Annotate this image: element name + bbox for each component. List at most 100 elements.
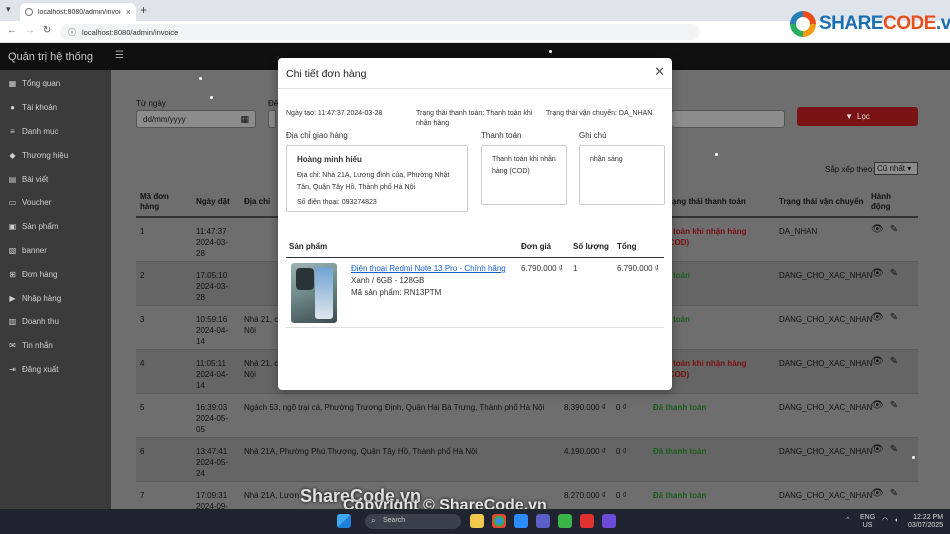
sidebar-item-articles[interactable]: ▤ Bài viết bbox=[0, 167, 111, 191]
brand[interactable]: Quản trị hệ thống bbox=[8, 51, 93, 63]
view-icon[interactable]: 👁 bbox=[871, 488, 884, 499]
app-icon[interactable] bbox=[558, 514, 572, 528]
tray-chevron-icon[interactable]: ⌃ bbox=[845, 517, 851, 525]
close-tab-icon[interactable]: × bbox=[126, 7, 131, 17]
cell-pay-status: h toán khi nhận hàng (COD) bbox=[666, 227, 747, 247]
sidebar-item-revenue[interactable]: ▥ Doanh thu bbox=[0, 310, 111, 334]
reload-icon[interactable]: ↻ bbox=[43, 25, 51, 36]
app-icon[interactable] bbox=[580, 514, 594, 528]
cell-pay-status: Đã thanh toán bbox=[653, 447, 707, 456]
file-explorer-icon[interactable] bbox=[470, 514, 484, 528]
volume-icon[interactable]: ◖ bbox=[894, 517, 898, 525]
sidebar-item-label: Sản phẩm bbox=[22, 222, 59, 232]
time-text: 12:22 PM bbox=[913, 514, 944, 521]
app-icon[interactable] bbox=[602, 514, 616, 528]
new-tab-icon[interactable]: + bbox=[140, 3, 147, 17]
truck-icon: ▶ bbox=[9, 293, 16, 303]
filter-input[interactable] bbox=[671, 110, 785, 128]
sort-value: Cũ nhất bbox=[877, 164, 906, 173]
view-icon[interactable]: 👁 bbox=[871, 224, 884, 235]
date-text: 03/07/2025 bbox=[908, 522, 944, 529]
search-icon: ⌕ bbox=[371, 516, 376, 525]
from-date-input[interactable]: dd/mm/yyyy ▦ bbox=[136, 110, 256, 128]
from-date-label: Từ ngày bbox=[136, 99, 166, 108]
snow-dot bbox=[912, 456, 915, 459]
sidebar-item-label: Đăng xuất bbox=[22, 364, 59, 374]
sidebar-item-products[interactable]: ▣ Sản phẩm bbox=[0, 215, 111, 239]
customer-phone: Số điện thoại: 093274823 bbox=[297, 199, 377, 206]
app-icon[interactable] bbox=[514, 514, 528, 528]
edit-icon[interactable]: ✎ bbox=[890, 268, 898, 279]
cell-pay-status: Đã thanh toán bbox=[653, 491, 707, 500]
edit-icon[interactable]: ✎ bbox=[890, 444, 898, 455]
camera-shape bbox=[296, 268, 314, 290]
message-icon: ✉ bbox=[9, 341, 16, 351]
filter-button-label: Lọc bbox=[857, 112, 870, 121]
sidebar-item-messages[interactable]: ✉ Tin nhắn bbox=[0, 334, 111, 358]
tab-menu-icon[interactable]: ▾ bbox=[6, 4, 11, 15]
logo-text-a: SHARE bbox=[819, 13, 884, 34]
view-icon[interactable]: 👁 bbox=[871, 268, 884, 279]
chrome-icon[interactable] bbox=[492, 514, 506, 528]
to-date-input[interactable] bbox=[268, 110, 276, 128]
header-address: Địa chỉ bbox=[244, 197, 271, 206]
tag-icon: ◆ bbox=[9, 150, 16, 160]
cell-address: Ngách 53, ngõ trại cá, Phường Trương Địn… bbox=[244, 403, 545, 412]
back-icon[interactable]: ← bbox=[7, 25, 17, 36]
wifi-icon[interactable]: ◠ bbox=[882, 517, 888, 525]
logo-text-b: CODE bbox=[883, 13, 936, 34]
sidebar-item-categories[interactable]: ≡ Danh mục bbox=[0, 120, 111, 144]
edit-icon[interactable]: ✎ bbox=[890, 224, 898, 235]
teams-icon[interactable] bbox=[536, 514, 550, 528]
sidebar-item-overview[interactable]: ▦ Tổng quan bbox=[0, 72, 111, 96]
edit-icon[interactable]: ✎ bbox=[890, 400, 898, 411]
forward-icon[interactable]: → bbox=[25, 25, 35, 36]
site-info-icon[interactable]: ⓘ bbox=[68, 27, 76, 38]
sort-select[interactable]: Cũ nhất ▾ bbox=[874, 162, 918, 175]
order-note: nhận sáng bbox=[590, 156, 623, 163]
view-icon[interactable]: 👁 bbox=[871, 444, 884, 455]
product-link[interactable]: Điện thoại Redmi Note 13 Pro - Chính hãn… bbox=[351, 264, 506, 273]
table-row: 5 16:39:03 2024-05-05 Ngách 53, ngõ trại … bbox=[136, 394, 918, 438]
sidebar-item-banner[interactable]: ▧ banner bbox=[0, 239, 111, 263]
snow-dot bbox=[549, 50, 552, 53]
language-indicator[interactable]: ENG US bbox=[860, 514, 875, 530]
sidebar-item-label: Tin nhắn bbox=[22, 341, 53, 351]
to-date-label: Đế bbox=[268, 99, 279, 108]
cell-id: 4 bbox=[140, 359, 145, 368]
sidebar-item-label: Voucher bbox=[22, 198, 52, 208]
edit-icon[interactable]: ✎ bbox=[890, 488, 898, 499]
windows-start-icon[interactable] bbox=[337, 514, 351, 528]
region-text: US bbox=[862, 522, 873, 529]
sidebar-item-label: Tài khoản bbox=[22, 103, 58, 113]
cell-date: 2024-03-28 bbox=[196, 282, 229, 302]
taskbar-search[interactable]: ⌕ Search bbox=[365, 514, 461, 529]
lang-text: ENG bbox=[860, 514, 876, 521]
view-icon[interactable]: 👁 bbox=[871, 312, 884, 323]
logout-icon: ⇥ bbox=[9, 364, 16, 374]
note-section-title: Ghi chú bbox=[579, 131, 607, 140]
menu-toggle-icon[interactable]: ☰ bbox=[115, 50, 124, 61]
cell-time: 11:05:11 bbox=[196, 359, 226, 368]
view-icon[interactable]: 👁 bbox=[871, 356, 884, 367]
product-sku: Mã sản phẩm: RN13PTM bbox=[351, 288, 442, 297]
sidebar-item-logout[interactable]: ⇥ Đăng xuất bbox=[0, 358, 111, 382]
filter-button[interactable]: ▼ Lọc bbox=[797, 107, 918, 126]
browser-tab[interactable]: localhost:8080/admin/invoice × bbox=[20, 3, 136, 21]
edit-icon[interactable]: ✎ bbox=[890, 356, 898, 367]
close-icon[interactable]: ✕ bbox=[654, 65, 665, 78]
sidebar-item-brands[interactable]: ◆ Thương hiệu bbox=[0, 143, 111, 167]
cell-id: 1 bbox=[140, 227, 145, 236]
cell-ship-status: DANG_CHO_XAC_NHAN bbox=[779, 447, 873, 456]
sidebar-item-imports[interactable]: ▶ Nhập hàng bbox=[0, 286, 111, 310]
header-total: Tổng bbox=[617, 242, 637, 251]
sidebar-item-voucher[interactable]: ▭ Voucher bbox=[0, 191, 111, 215]
clock[interactable]: 12:22 PM 03/07/2025 bbox=[908, 514, 943, 530]
sidebar-item-label: Bài viết bbox=[22, 174, 49, 184]
sidebar-item-orders[interactable]: ⊞ Đơn hàng bbox=[0, 262, 111, 286]
view-icon[interactable]: 👁 bbox=[871, 400, 884, 411]
url-input[interactable]: ⓘ localhost:8080/admin/invoice bbox=[60, 24, 700, 40]
sidebar-item-accounts[interactable]: ● Tài khoản bbox=[0, 96, 111, 120]
edit-icon[interactable]: ✎ bbox=[890, 312, 898, 323]
calendar-icon[interactable]: ▦ bbox=[240, 114, 249, 125]
